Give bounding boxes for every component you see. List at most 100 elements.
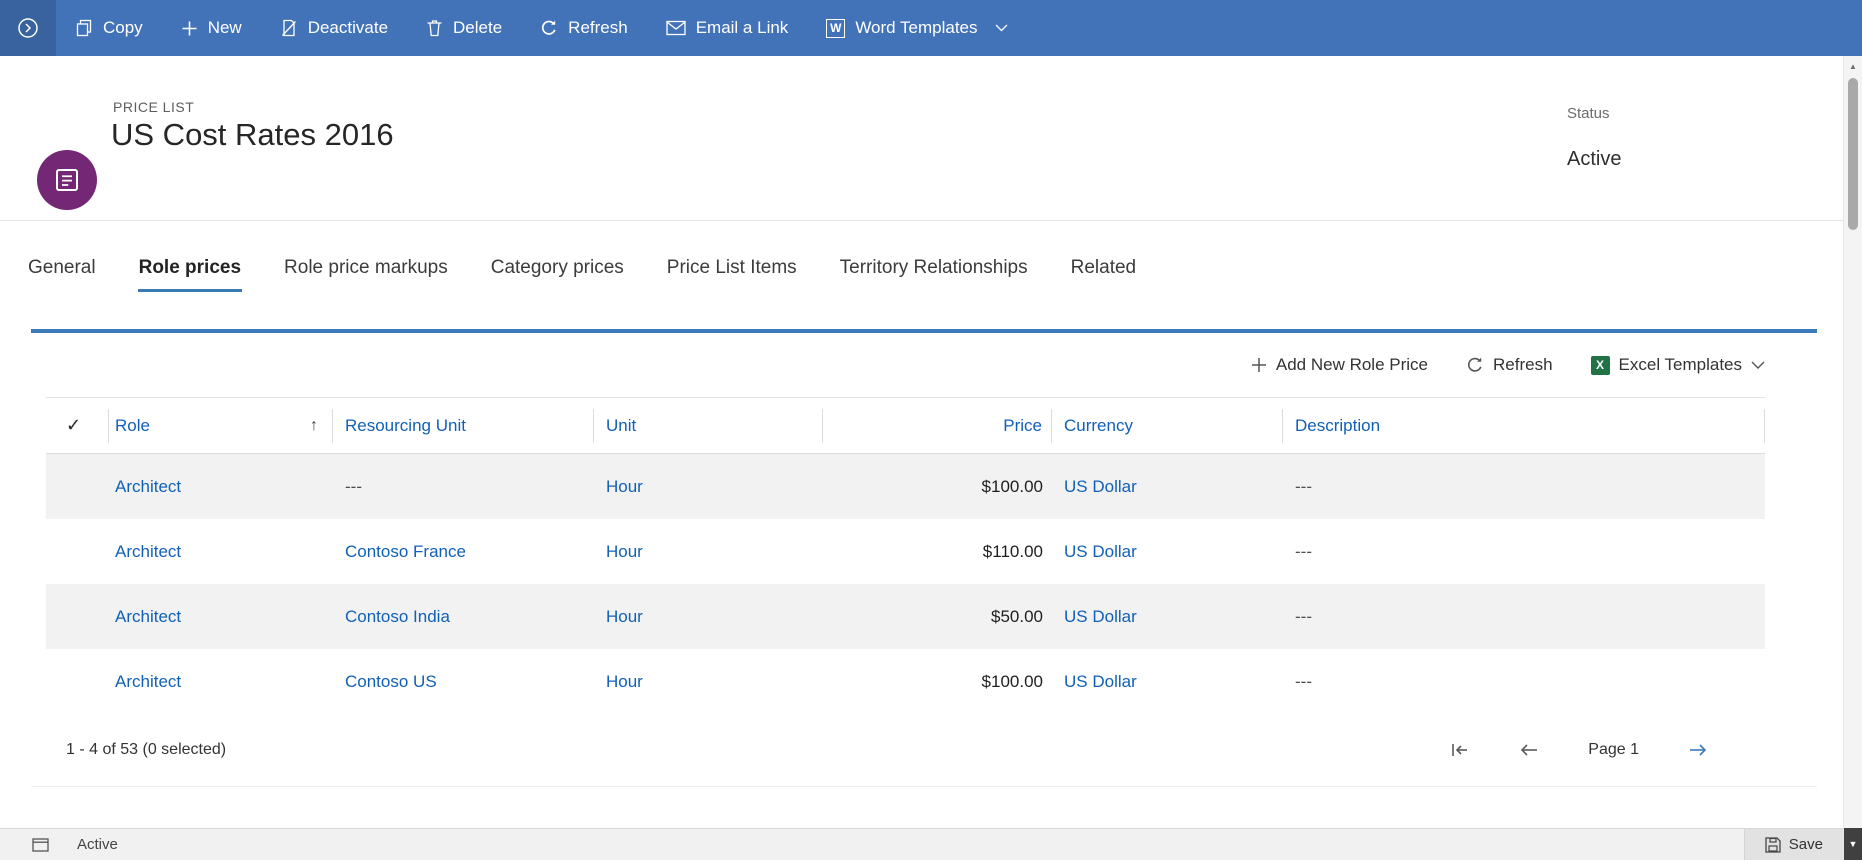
nav-expand-button[interactable] bbox=[0, 0, 56, 56]
status-bar: Active Save bbox=[0, 828, 1843, 860]
chevron-down-icon bbox=[995, 24, 1008, 32]
unit-cell[interactable]: Hour bbox=[594, 672, 823, 692]
word-icon: W bbox=[826, 18, 846, 38]
role-cell[interactable]: Architect bbox=[109, 477, 333, 497]
subgrid-refresh-button[interactable]: Refresh bbox=[1466, 355, 1553, 375]
new-button[interactable]: New bbox=[162, 0, 261, 56]
tab-role-price-markups[interactable]: Role price markups bbox=[283, 243, 449, 292]
save-button[interactable]: Save bbox=[1743, 829, 1843, 860]
role-prices-subgrid: Add New Role Price Refresh X Excel Templ… bbox=[31, 329, 1817, 787]
save-icon bbox=[1765, 836, 1781, 853]
subgrid-refresh-label: Refresh bbox=[1493, 355, 1553, 374]
form-tab-bar: General Role prices Role price markups C… bbox=[27, 243, 1137, 292]
role-cell[interactable]: Architect bbox=[109, 542, 333, 562]
table-row[interactable]: Architect Contoso US Hour $100.00 US Dol… bbox=[46, 649, 1765, 714]
column-header-role[interactable]: Role ↑ bbox=[109, 408, 333, 443]
plus-icon bbox=[181, 20, 198, 37]
refresh-button[interactable]: Refresh bbox=[521, 0, 647, 56]
price-cell: $100.00 bbox=[981, 671, 1043, 691]
tab-role-prices[interactable]: Role prices bbox=[137, 243, 243, 292]
circle-arrow-icon bbox=[16, 16, 40, 40]
subgrid-toolbar: Add New Role Price Refresh X Excel Templ… bbox=[46, 333, 1765, 397]
select-all-checkmark[interactable]: ✓ bbox=[46, 408, 109, 443]
excel-icon: X bbox=[1590, 355, 1610, 375]
table-row[interactable]: Architect Contoso France Hour $110.00 US… bbox=[46, 519, 1765, 584]
currency-cell[interactable]: US Dollar bbox=[1052, 672, 1283, 692]
tab-related[interactable]: Related bbox=[1070, 243, 1138, 292]
resourcing-unit-cell[interactable]: Contoso India bbox=[333, 607, 594, 627]
table-row[interactable]: Architect Contoso India Hour $50.00 US D… bbox=[46, 584, 1765, 649]
copy-label: Copy bbox=[103, 18, 143, 37]
currency-cell[interactable]: US Dollar bbox=[1052, 477, 1283, 497]
paging-controls: Page 1 bbox=[1450, 741, 1765, 759]
record-count: 1 - 4 of 53 (0 selected) bbox=[66, 741, 227, 758]
page-indicator: Page 1 bbox=[1588, 741, 1639, 758]
price-cell: $50.00 bbox=[991, 606, 1043, 626]
column-currency-label: Currency bbox=[1064, 415, 1133, 435]
excel-templates-button[interactable]: X Excel Templates bbox=[1590, 355, 1765, 375]
column-unit-label: Unit bbox=[606, 415, 637, 435]
sort-ascending-icon: ↑ bbox=[310, 416, 318, 434]
column-header-currency[interactable]: Currency bbox=[1052, 408, 1283, 443]
resourcing-unit-cell[interactable]: Contoso US bbox=[333, 672, 594, 692]
app-window: Copy New Deactivate Delete Refresh Email… bbox=[0, 0, 1862, 860]
refresh-icon bbox=[1466, 356, 1484, 374]
description-cell: --- bbox=[1295, 671, 1312, 691]
description-cell: --- bbox=[1295, 541, 1312, 561]
first-page-button[interactable] bbox=[1450, 742, 1470, 758]
refresh-label: Refresh bbox=[568, 18, 628, 37]
delete-label: Delete bbox=[453, 18, 503, 37]
scroll-down-button[interactable]: ▼ bbox=[1844, 828, 1862, 860]
excel-templates-label: Excel Templates bbox=[1618, 355, 1742, 374]
deactivate-button[interactable]: Deactivate bbox=[261, 0, 407, 56]
table-row[interactable]: Architect --- Hour $100.00 US Dollar --- bbox=[46, 454, 1765, 519]
status-field-value: Active bbox=[1567, 148, 1622, 170]
command-bar: Copy New Deactivate Delete Refresh Email… bbox=[0, 0, 1862, 56]
column-resourcing-unit-label: Resourcing Unit bbox=[345, 415, 466, 435]
tab-price-list-items[interactable]: Price List Items bbox=[666, 243, 798, 292]
column-header-unit[interactable]: Unit bbox=[594, 408, 823, 443]
entity-type-label: PRICE LIST bbox=[113, 99, 195, 115]
trash-icon bbox=[426, 19, 443, 37]
arrow-left-icon bbox=[1518, 742, 1540, 758]
role-cell[interactable]: Architect bbox=[109, 672, 333, 692]
record-title: US Cost Rates 2016 bbox=[111, 117, 394, 152]
grid-header-row: ✓ Role ↑ Resourcing Unit Unit Price Curr… bbox=[46, 397, 1765, 454]
next-page-button[interactable] bbox=[1687, 742, 1709, 758]
unit-cell[interactable]: Hour bbox=[594, 607, 823, 627]
scrollbar-thumb[interactable] bbox=[1848, 78, 1858, 230]
column-role-label: Role bbox=[115, 415, 150, 435]
new-label: New bbox=[207, 18, 242, 37]
email-link-button[interactable]: Email a Link bbox=[647, 0, 808, 56]
description-cell: --- bbox=[1295, 476, 1312, 496]
resourcing-unit-cell[interactable]: Contoso France bbox=[333, 542, 594, 562]
resourcing-unit-cell: --- bbox=[345, 476, 362, 496]
envelope-icon bbox=[666, 20, 686, 36]
tab-territory-relationships[interactable]: Territory Relationships bbox=[839, 243, 1029, 292]
column-header-description[interactable]: Description bbox=[1283, 408, 1765, 443]
column-price-label: Price bbox=[1003, 415, 1042, 435]
tab-general[interactable]: General bbox=[27, 243, 97, 292]
deactivate-label: Deactivate bbox=[307, 18, 389, 37]
description-cell: --- bbox=[1295, 606, 1312, 626]
currency-cell[interactable]: US Dollar bbox=[1052, 542, 1283, 562]
word-templates-button[interactable]: W Word Templates bbox=[807, 0, 1026, 56]
unit-cell[interactable]: Hour bbox=[594, 477, 823, 497]
scroll-up-button[interactable]: ▲ bbox=[1844, 56, 1862, 76]
delete-button[interactable]: Delete bbox=[407, 0, 521, 56]
column-header-resourcing-unit[interactable]: Resourcing Unit bbox=[333, 408, 594, 443]
vertical-scrollbar[interactable]: ▲ ▼ bbox=[1843, 56, 1862, 860]
price-list-entity-icon bbox=[37, 150, 97, 210]
add-new-role-price-button[interactable]: Add New Role Price bbox=[1251, 355, 1428, 375]
grid-footer: 1 - 4 of 53 (0 selected) Page 1 bbox=[46, 714, 1765, 786]
unit-cell[interactable]: Hour bbox=[594, 542, 823, 562]
tab-category-prices[interactable]: Category prices bbox=[490, 243, 625, 292]
copy-button[interactable]: Copy bbox=[56, 0, 162, 56]
chevron-down-icon bbox=[1751, 361, 1765, 370]
column-header-price[interactable]: Price bbox=[823, 408, 1052, 443]
add-new-role-price-label: Add New Role Price bbox=[1275, 355, 1428, 374]
role-cell[interactable]: Architect bbox=[109, 607, 333, 627]
email-link-label: Email a Link bbox=[695, 18, 789, 37]
currency-cell[interactable]: US Dollar bbox=[1052, 607, 1283, 627]
previous-page-button[interactable] bbox=[1518, 742, 1540, 758]
